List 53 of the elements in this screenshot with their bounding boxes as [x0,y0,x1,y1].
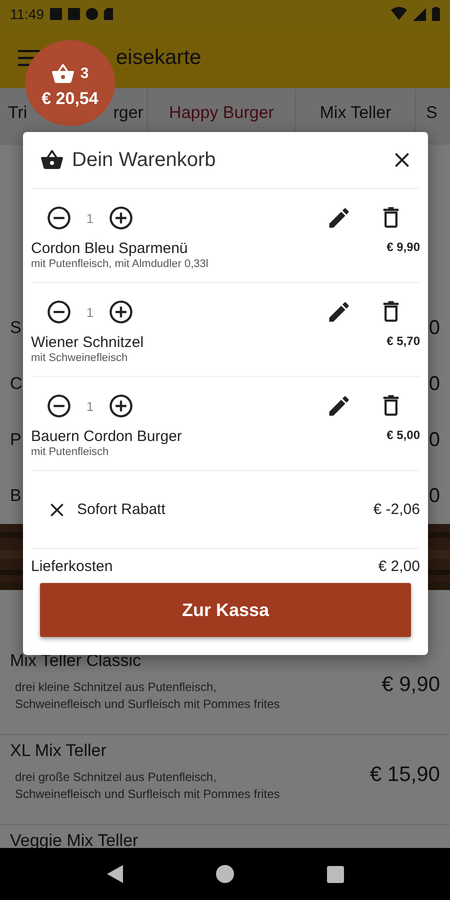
item-name: Bauern Cordon Burger [31,428,182,445]
dish-price: € 9,90 [382,673,440,698]
dialog-title: Dein Warenkorb [72,148,217,172]
app-title: eisekarte [116,46,202,70]
basket-icon [51,62,76,86]
dish-name: P [10,430,22,450]
notification-icon [50,8,62,20]
recents-icon[interactable] [326,866,344,882]
item-name: Wiener Schnitzel [31,334,144,351]
discount-amount: € -2,06 [373,501,420,518]
dish-price: 0 [428,372,440,396]
item-name: Cordon Bleu Sparmenü [31,240,188,257]
item-details: mit Putenfleisch, mit Almdudler 0,33l [31,258,210,270]
decrease-icon[interactable] [46,205,72,231]
item-price: € 5,00 [386,428,420,444]
item-details: mit Schweinefleisch [31,352,129,364]
wifi-icon [391,7,407,21]
battery-icon [432,7,440,21]
item-price: € 9,90 [386,240,420,256]
home-icon[interactable] [216,865,234,883]
item-quantity: 1 [85,210,95,226]
dish-description: drei große Schnitzel aus Putenfleisch, Schweinefleisch und Surfleisch mit Pommes frites [15,769,280,803]
dish-price: 0 [428,316,440,340]
dish-description: drei kleine Schnitzel aus Putenfleisch, Schweinefleisch und Surfleisch mit Pommes frites [15,679,280,713]
notification-icon [86,8,98,20]
sim-card-icon [104,8,113,20]
back-icon[interactable] [106,865,122,883]
dish-name: B [10,486,22,506]
notification-icon [68,8,80,20]
increase-icon[interactable] [108,299,134,325]
decrease-icon[interactable] [46,299,72,325]
dish-name: XL Mix Teller [10,741,108,761]
item-details: mit Putenfleisch [31,446,110,458]
checkout-button[interactable]: Zur Kassa [40,583,411,637]
menu-tab[interactable]: Tri [8,103,28,123]
menu-tab[interactable]: rger [113,103,144,123]
signal-icon [413,8,426,20]
decrease-icon[interactable] [46,393,72,419]
discount-label: Sofort Rabatt [77,501,166,518]
dish-name: C [10,374,22,394]
dish-price: 0 [428,428,440,452]
item-quantity: 1 [85,398,95,414]
dish-price: € 15,90 [370,763,440,788]
dish-price: 0 [428,484,440,508]
dish-name: S [10,318,22,338]
delivery-amount: € 2,00 [378,558,420,575]
item-price: € 5,70 [386,334,420,350]
increase-icon[interactable] [108,393,134,419]
delivery-label: Lieferkosten [31,558,113,575]
item-quantity: 1 [85,304,95,320]
basket-icon [40,148,64,172]
increase-icon[interactable] [108,205,134,231]
status-time: 11:49 [10,6,44,22]
